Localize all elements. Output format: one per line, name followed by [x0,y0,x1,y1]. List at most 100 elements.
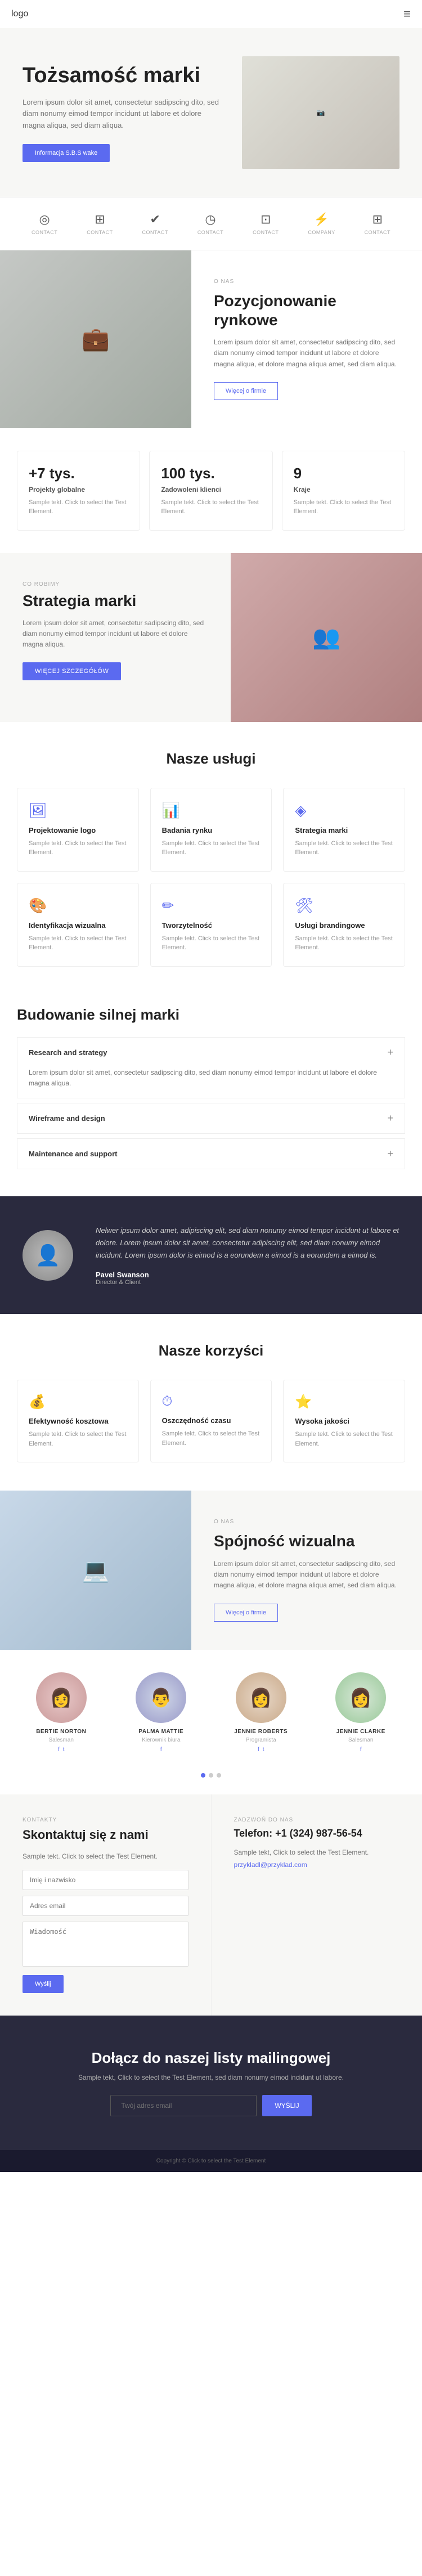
contact-form-title: Skontaktuj się z nami [23,1828,188,1842]
stat-label-1: Zadowoleni klienci [161,486,261,493]
team-card-1: 👨 PALMA MATTIE Kierownik biura f [117,1672,206,1753]
positioning-label: O NAS [214,279,399,285]
accordion-title-0: Research and strategy [29,1048,107,1057]
hero-description: Lorem ipsum dolor sit amet, consectetur … [23,97,225,132]
contact-email-input[interactable] [23,1896,188,1916]
stat-desc-2: Sample tekt. Click to select the Test El… [294,498,393,517]
team-tw-link-0[interactable]: t [63,1747,65,1753]
pagination-dot-1[interactable] [209,1773,213,1778]
contact-icon-6: ⊞ [372,212,383,227]
pagination [0,1764,422,1794]
pagination-dot-2[interactable] [217,1773,221,1778]
strategy-image: 👥 [231,553,422,722]
contact-email[interactable]: przykladl@przyklad.com [234,1861,400,1869]
icon-item-3[interactable]: ◷ CONTACT [197,212,223,235]
pagination-dot-0[interactable] [201,1773,205,1778]
hero-image-placeholder: 📷 [317,109,325,116]
contact-message-input[interactable] [23,1922,188,1967]
accordion-item-2: Maintenance and support + [17,1138,405,1169]
stat-desc-1: Sample tekt. Click to select the Test El… [161,498,261,517]
icon-item-2[interactable]: ✔ CONTACT [142,212,168,235]
team-avatar-1: 👨 [136,1672,186,1723]
hero-title: Tożsamość marki [23,63,225,89]
service-icon-4: ✏ [162,897,261,914]
footer: Copyright © Click to select the Test Ele… [0,2150,422,2172]
team-fb-link-2[interactable]: f [258,1747,259,1753]
positioning-image: 💼 [0,250,191,428]
strategy-section: CO ROBIMY Strategia marki Lorem ipsum do… [0,553,422,722]
visual-identity-image-icon: 💻 [82,1557,110,1583]
accordion-header-1[interactable]: Wireframe and design + [17,1103,405,1133]
contact-section: KONTAKTY Skontaktuj się z nami Sample te… [0,1794,422,2016]
benefit-desc-2: Sample tekt. Click to select the Test El… [295,1430,393,1448]
team-tw-link-2[interactable]: t [263,1747,264,1753]
team-section: 👩 BERTIE NORTON Salesman f t 👨 PALMA MAT… [0,1650,422,1764]
team-fb-link-1[interactable]: f [160,1747,162,1753]
contact-submit-button[interactable]: Wyślij [23,1975,64,1993]
hero-image: 📷 [242,56,399,169]
accordion-header-2[interactable]: Maintenance and support + [17,1139,405,1169]
benefit-title-1: Oszczędność czasu [162,1416,261,1425]
accordion-header-0[interactable]: Research and strategy + [17,1038,405,1067]
stat-card-1: 100 tys. Zadowoleni klienci Sample tekt.… [149,451,272,531]
strategy-button[interactable]: WIĘCEJ SZCZEGÓŁÓW [23,662,121,680]
strategy-label: CO ROBIMY [23,581,208,587]
newsletter-desc: Sample tekt, Click to select the Test El… [23,2074,399,2081]
benefit-desc-1: Sample tekt. Click to select the Test El… [162,1429,261,1448]
contact-form-label: KONTAKTY [23,1817,188,1823]
contact-form-container: KONTAKTY Skontaktuj się z nami Sample te… [0,1794,212,2016]
icon-label-3: CONTACT [197,230,223,235]
accordion-icon-1: + [387,1112,393,1124]
newsletter-submit-button[interactable]: WYŚLIJ [262,2095,311,2116]
team-name-3: JENNIE CLARKE [317,1729,406,1735]
visual-identity-label: O NAS [214,1519,399,1525]
visual-identity-button[interactable]: Więcej o firmie [214,1604,278,1622]
icon-item-0[interactable]: ◎ CONTACT [32,212,57,235]
service-card-5: 🛠 Usługi brandingowe Sample tekt. Click … [283,883,405,967]
team-name-1: PALMA MATTIE [117,1729,206,1735]
icon-item-4[interactable]: ⊡ CONTACT [253,212,279,235]
service-card-2: ◈ Strategia marki Sample tekt. Click to … [283,788,405,872]
benefits-section: Nasze korzyści 💰 Efektywność kosztowa Sa… [0,1314,422,1491]
benefit-card-2: ⭐ Wysoka jakości Sample tekt. Click to s… [283,1380,405,1462]
hero-button[interactable]: Informacja S.B.S wake [23,144,110,162]
company-icon-5: ⚡ [314,212,329,227]
service-title-1: Badania rynku [162,826,261,834]
newsletter-form: WYŚLIJ [23,2095,399,2116]
contact-icon-4: ⊡ [261,212,271,227]
contact-icon-1: ⊞ [95,212,105,227]
service-desc-5: Sample tekt. Click to select the Test El… [295,934,393,953]
icon-item-6[interactable]: ⊞ CONTACT [365,212,390,235]
visual-identity-content: O NAS Spójność wizualna Lorem ipsum dolo… [191,1491,422,1649]
contact-info-container: ZADZWOŃ DO NAS Telefon: +1 (324) 987-56-… [212,1794,422,2016]
team-avatar-3: 👩 [335,1672,386,1723]
positioning-button[interactable]: Więcej o firmie [214,382,278,400]
benefits-title: Nasze korzyści [17,1342,405,1359]
accordion-body-0: Lorem ipsum dolor sit amet, consectetur … [17,1067,405,1098]
icon-item-5[interactable]: ⚡ COMPANY [308,212,335,235]
benefit-icon-0: 💰 [29,1394,127,1410]
contact-form-desc: Sample tekt. Click to select the Test El… [23,1851,188,1862]
service-card-3: 🎨 Identyfikacja wizualna Sample tekt. Cl… [17,883,139,967]
team-avatar-0: 👩 [36,1672,87,1723]
visual-identity-title: Spójność wizualna [214,1532,399,1551]
testimonial-avatar-icon: 👤 [35,1244,61,1267]
accordion-item-0: Research and strategy + Lorem ipsum dolo… [17,1037,405,1098]
positioning-desc: Lorem ipsum dolor sit amet, consectetur … [214,337,399,370]
contact-name-input[interactable] [23,1870,188,1890]
accordion-item-1: Wireframe and design + [17,1103,405,1134]
team-fb-link-0[interactable]: f [58,1747,60,1753]
service-desc-1: Sample tekt. Click to select the Test El… [162,839,261,858]
newsletter-title: Dołącz do naszej listy mailingowej [23,2049,399,2067]
stat-label-2: Kraje [294,486,393,493]
stat-number-2: 9 [294,465,393,482]
icon-item-1[interactable]: ⊞ CONTACT [87,212,113,235]
team-fb-link-3[interactable]: f [360,1747,362,1753]
icon-label-6: CONTACT [365,230,390,235]
contact-icon-3: ◷ [205,212,216,227]
nav-logo: logo [11,9,28,19]
nav-menu-icon[interactable]: ≡ [403,7,411,21]
team-links-0: f t [17,1747,106,1753]
team-avatar-2: 👩 [236,1672,286,1723]
newsletter-email-input[interactable] [110,2095,257,2116]
